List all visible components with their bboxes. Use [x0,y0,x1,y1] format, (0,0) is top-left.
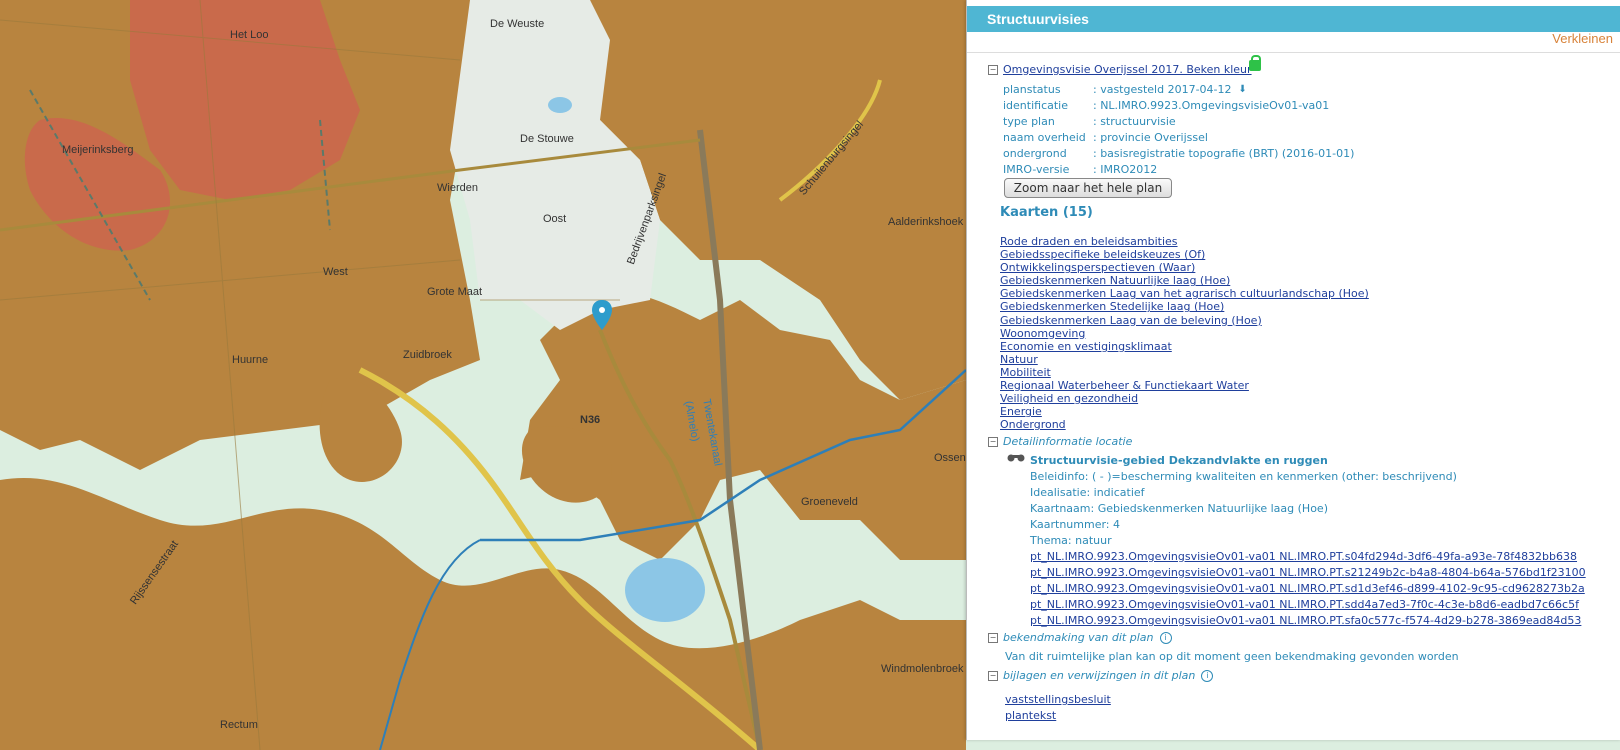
map-label-meijerinksberg: Meijerinksberg [62,144,134,156]
map-label-rectum: Rectum [220,719,258,731]
meta-key: IMRO-versie [1003,163,1070,176]
binoculars-icon [1007,454,1025,462]
announcement-title-text: bekendmaking van dit plan [1003,631,1154,644]
map-link[interactable]: Gebiedskenmerken Laag van het agrarisch … [1000,287,1369,300]
meta-key: type plan [1003,115,1055,128]
meta-row-planstatus: planstatus : vastgesteld 2017-04-12 ⬇ [1003,83,1248,96]
maps-heading: Kaarten (15) [1000,205,1093,220]
map-label-grote-maat: Grote Maat [427,286,483,298]
attachments-section-toggle-icon[interactable]: − [988,671,998,681]
meta-key: ondergrond [1003,147,1067,160]
map-label-oost: Oost [543,213,567,225]
detail-section-title: Detailinformatie locatie [1003,435,1133,448]
map-link[interactable]: Ondergrond [1000,418,1369,431]
attachment-link[interactable]: plantekst [1005,709,1056,722]
meta-key: planstatus [1003,83,1061,96]
zoom-to-plan-button[interactable]: Zoom naar het hele plan [1004,178,1172,198]
map-label-ossen: Ossen [934,452,966,464]
map-label-de-stouwe: De Stouwe [520,133,574,145]
info-icon[interactable]: ⬇ [1238,85,1248,95]
map-water-lake [625,558,705,622]
map-label-groeneveld: Groeneveld [801,496,858,508]
map-link[interactable]: Gebiedskenmerken Stedelijke laag (Hoe) [1000,300,1369,313]
detail-line: Thema: natuur [1030,534,1112,547]
attachments-section-title: bijlagen en verwijzingen in dit plan i [1003,669,1214,682]
meta-row-identificatie: identificatie : NL.IMRO.9923.Omgevingsvis… [1003,99,1329,112]
map-link[interactable]: Woonomgeving [1000,327,1369,340]
map-label-west: West [323,266,348,278]
detail-section-toggle-icon[interactable]: − [988,437,998,447]
structuurvisies-panel: Structuurvisies Verkleinen − Omgevingsvi… [966,0,1620,740]
detail-object-title: Structuurvisie-gebied Dekzandvlakte en r… [1030,454,1328,467]
detail-line: Beleidinfo: ( - )=bescherming kwaliteite… [1030,470,1457,483]
meta-value: : provincie Overijssel [1093,131,1208,144]
map-link[interactable]: Ontwikkelingsperspectieven (Waar) [1000,261,1369,274]
announcement-section-title: bekendmaking van dit plan i [1003,631,1172,644]
map-label-aalderinkshoek: Aalderinkshoek [888,216,964,228]
announcement-text: Van dit ruimtelijke plan kan op dit mome… [1005,650,1459,663]
attachments-title-text: bijlagen en verwijzingen in dit plan [1003,669,1196,682]
lock-icon [1249,55,1261,71]
map-label-n36: N36 [580,414,601,426]
detail-object-link[interactable]: pt_NL.IMRO.9923.OmgevingsvisieOv01-va01 … [1030,598,1579,611]
meta-value: : vastgesteld 2017-04-12 [1093,83,1232,96]
plan-section-toggle-icon[interactable]: − [988,65,998,75]
plan-title-link[interactable]: Omgevingsvisie Overijssel 2017. Beken kl… [1003,63,1252,76]
panel-body[interactable]: − Omgevingsvisie Overijssel 2017. Beken … [967,52,1620,740]
meta-key: naam overheid [1003,131,1086,144]
info-icon[interactable]: i [1159,632,1172,644]
meta-row-type-plan: type plan : structuurvisie [1003,115,1176,128]
map-link[interactable]: Natuur [1000,353,1369,366]
map-label-de-weuste: De Weuste [490,18,545,30]
map-link[interactable]: Rode draden en beleidsambities [1000,235,1369,248]
map-link[interactable]: Gebiedsspecifieke beleidskeuzes (Of) [1000,248,1369,261]
map-link[interactable]: Veiligheid en gezondheid [1000,392,1369,405]
meta-row-ondergrond: ondergrond : basisregistratie topografie … [1003,147,1354,160]
attachment-link[interactable]: vaststellingsbesluit [1005,693,1111,706]
map-link[interactable]: Regionaal Waterbeheer & Functiekaart Wat… [1000,379,1369,392]
map-label-wierden: Wierden [437,182,478,194]
map-link[interactable]: Gebiedskenmerken Natuurlijke laag (Hoe) [1000,274,1369,287]
detail-line: Kaartnummer: 4 [1030,518,1121,531]
map-label-huurne: Huurne [232,354,269,366]
map-label-het-loo: Het Loo [230,29,269,41]
meta-value: : IMRO2012 [1093,163,1158,176]
map-link[interactable]: Mobiliteit [1000,366,1369,379]
meta-value: : basisregistratie topografie (BRT) (201… [1093,147,1355,160]
map-label-windmolenbroek: Windmolenbroek [881,663,964,675]
detail-object-link[interactable]: pt_NL.IMRO.9923.OmgevingsvisieOv01-va01 … [1030,614,1581,627]
detail-line: Idealisatie: indicatief [1030,486,1145,499]
detail-object-link[interactable]: pt_NL.IMRO.9923.OmgevingsvisieOv01-va01 … [1030,566,1586,579]
announcement-section-toggle-icon[interactable]: − [988,633,998,643]
detail-object-link[interactable]: pt_NL.IMRO.9923.OmgevingsvisieOv01-va01 … [1030,582,1585,595]
meta-value: : NL.IMRO.9923.OmgevingsvisieOv01-va01 [1093,99,1330,112]
map-link[interactable]: Energie [1000,405,1369,418]
map-label-zuidbroek: Zuidbroek [403,349,452,361]
map-water-pond [548,97,572,113]
map-link[interactable]: Gebiedskenmerken Laag van de beleving (H… [1000,314,1369,327]
info-icon[interactable]: i [1201,670,1214,682]
collapse-link[interactable]: Verkleinen [1552,31,1613,46]
map-link[interactable]: Economie en vestigingsklimaat [1000,340,1369,353]
detail-line: Kaartnaam: Gebiedskenmerken Natuurlijke … [1030,502,1328,515]
meta-row-naam-overheid: naam overheid : provincie Overijssel [1003,131,1208,144]
meta-value: : structuurvisie [1093,115,1176,128]
panel-title: Structuurvisies [967,6,1620,32]
maps-list: Rode draden en beleidsambities Gebiedssp… [1000,235,1369,431]
meta-row-imro-versie: IMRO-versie : IMRO2012 [1003,163,1157,176]
detail-object-link[interactable]: pt_NL.IMRO.9923.OmgevingsvisieOv01-va01 … [1030,550,1577,563]
meta-key: identificatie [1003,99,1069,112]
